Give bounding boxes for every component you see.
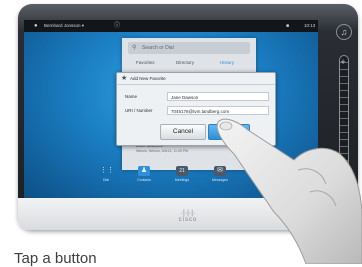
volume-up-icon[interactable]: + (336, 57, 350, 67)
cancel-button[interactable]: Cancel (160, 124, 206, 140)
mute-icon[interactable]: ♫ (336, 24, 352, 40)
search-placeholder: Search or Dial (142, 45, 174, 51)
name-field[interactable]: Jane Dawson (167, 92, 269, 101)
clock: 10:13 (304, 23, 316, 28)
dialog-titlebar: ★ Add New Favorite (117, 73, 275, 85)
tab-history[interactable]: History (220, 58, 234, 68)
help-icon[interactable]: ⓘ (114, 20, 120, 32)
status-bar: ● Bernhard Jonsson ▾ ⓘ ■ 10:13 (24, 20, 318, 32)
dialog-title: Add New Favorite (130, 76, 166, 81)
tab-favorites[interactable]: Favorites (136, 58, 155, 68)
dock-dial-label: Dial (102, 178, 110, 182)
caption: Tap a button (14, 250, 97, 267)
user-icon: ● (34, 23, 38, 29)
calendar-icon: 21 (176, 166, 188, 176)
search-input[interactable]: ⚲ Search or Dial (128, 42, 250, 54)
pointing-hand (216, 118, 362, 264)
uri-label: URI / Number (125, 108, 153, 113)
camera-icon[interactable]: ■ (286, 20, 289, 32)
search-icon: ⚲ (132, 45, 137, 51)
dock-contacts-label: Contacts (137, 178, 151, 182)
dock-contacts[interactable]: ♟ Contacts (132, 166, 156, 182)
contact-detail: Nelson, Nelson, 5/5/14, 11:05 PM (136, 149, 189, 153)
dock-dial[interactable]: ⋮⋮ Dial (94, 166, 118, 182)
star-icon: ★ (121, 75, 128, 82)
name-label: Name (125, 94, 138, 99)
panel-tabs: Favorites Directory History (128, 58, 250, 68)
tab-directory[interactable]: Directory (176, 58, 194, 68)
dock-meetings[interactable]: 21 Meetings (170, 166, 194, 182)
dialpad-icon: ⋮⋮ (100, 167, 114, 174)
user-name[interactable]: Bernhard Jonsson ▾ (44, 20, 84, 32)
dock-meetings-label: Meetings (174, 178, 190, 182)
contacts-icon: ♟ (138, 166, 150, 176)
